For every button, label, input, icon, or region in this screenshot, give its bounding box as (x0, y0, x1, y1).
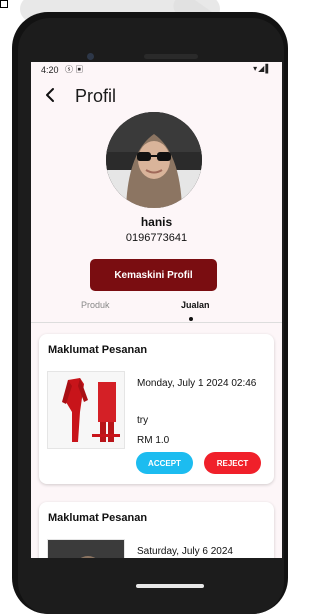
reject-button[interactable]: REJECT (204, 452, 261, 474)
tab-produk[interactable]: Produk (81, 300, 110, 310)
order-card: Maklumat Pesanan Saturday, July 6 2024 (39, 502, 274, 558)
edit-profile-button[interactable]: Kemaskini Profil (90, 259, 217, 291)
speaker-grille (144, 54, 198, 59)
profile-name: hanis (140, 215, 173, 229)
order-date: Saturday, July 6 2024 (137, 546, 233, 557)
status-time: 4:20 (41, 65, 59, 75)
avatar-image (106, 112, 202, 208)
home-indicator[interactable] (136, 584, 204, 588)
order-card: Maklumat Pesanan Monday, July 1 2024 02:… (39, 334, 274, 484)
product-image (47, 371, 125, 449)
order-card-title: Maklumat Pesanan (48, 344, 148, 356)
tab-jualan[interactable]: Jualan (181, 300, 210, 310)
avatar[interactable] (106, 112, 202, 208)
corner-marker (0, 0, 8, 8)
tab-active-indicator (189, 317, 193, 321)
status-bar: 4:20 ⓢ ▣ ▾◢▌ (31, 62, 282, 78)
tab-divider (31, 322, 282, 323)
profile-tabs: Produk Jualan (31, 300, 282, 322)
app-bar: Profil (31, 82, 282, 112)
product-image (47, 539, 125, 558)
order-card-title: Maklumat Pesanan (48, 512, 148, 524)
order-date: Monday, July 1 2024 02:46 (137, 378, 257, 389)
back-arrow-icon[interactable] (41, 86, 61, 106)
app-screen: 4:20 ⓢ ▣ ▾◢▌ Profil hanis 0196773641 Kem… (31, 62, 282, 558)
signal-battery-icons: ▾◢▌ (253, 64, 272, 73)
accept-button[interactable]: ACCEPT (136, 452, 193, 474)
product-image-svg (48, 372, 124, 448)
back-arrow-svg (46, 88, 54, 102)
order-note: try (137, 415, 149, 426)
notification-icons: ⓢ ▣ (65, 65, 84, 74)
product-image-svg (48, 540, 124, 558)
order-price: RM 1.0 (137, 435, 170, 446)
page-title: Profil (75, 86, 117, 106)
camera-icon (87, 53, 94, 60)
profile-phone: 0196773641 (125, 232, 188, 244)
